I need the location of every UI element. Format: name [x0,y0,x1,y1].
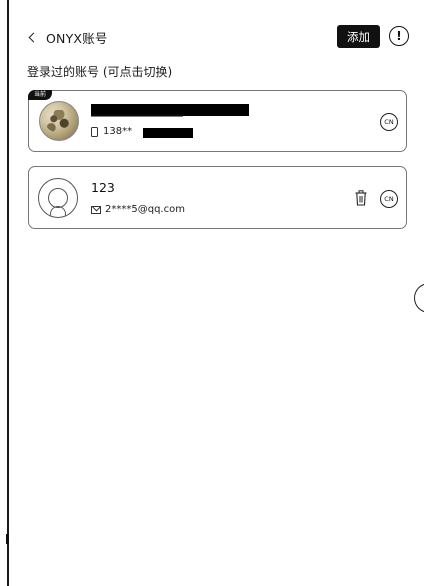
header-bar: ONYX账号 添加 ! [11,22,424,52]
account-name: 123 [91,180,115,195]
info-circle-icon[interactable]: ! [389,26,409,46]
redacted-name-shadow [91,114,183,117]
contact-row: 2****5@qq.com [91,204,185,215]
back-button[interactable]: ONYX账号 [27,26,108,48]
contact-row: 138** [91,126,132,137]
chevron-left-icon [28,32,39,42]
cn-region-icon[interactable]: CN [380,113,398,131]
avatar [39,101,79,141]
avatar-head-icon [48,188,68,208]
phone-icon [91,126,98,137]
device-bezel-left [0,0,9,586]
account-card-current[interactable]: 当前 138** CN [28,90,407,152]
add-account-button[interactable]: 添加 [337,25,380,48]
page-title: ONYX账号 [46,30,108,46]
email-address: 2****5@qq.com [105,204,185,215]
side-pull-handle[interactable] [414,283,424,313]
phone-number: 138** [103,126,133,137]
avatar-body-icon [50,206,66,217]
bezel-marker [6,534,9,544]
account-card[interactable]: 123 2****5@qq.com CN [28,166,407,229]
account-screen: ONYX账号 添加 ! 登录过的账号 (可点击切换) 当前 138** CN 1… [11,0,424,586]
cn-region-icon[interactable]: CN [380,190,398,208]
mail-icon [91,205,101,214]
current-badge: 当前 [28,90,53,100]
section-title: 登录过的账号 (可点击切换) [27,65,173,79]
default-avatar [38,178,78,218]
trash-icon[interactable] [355,190,367,206]
redacted-phone [143,128,193,138]
